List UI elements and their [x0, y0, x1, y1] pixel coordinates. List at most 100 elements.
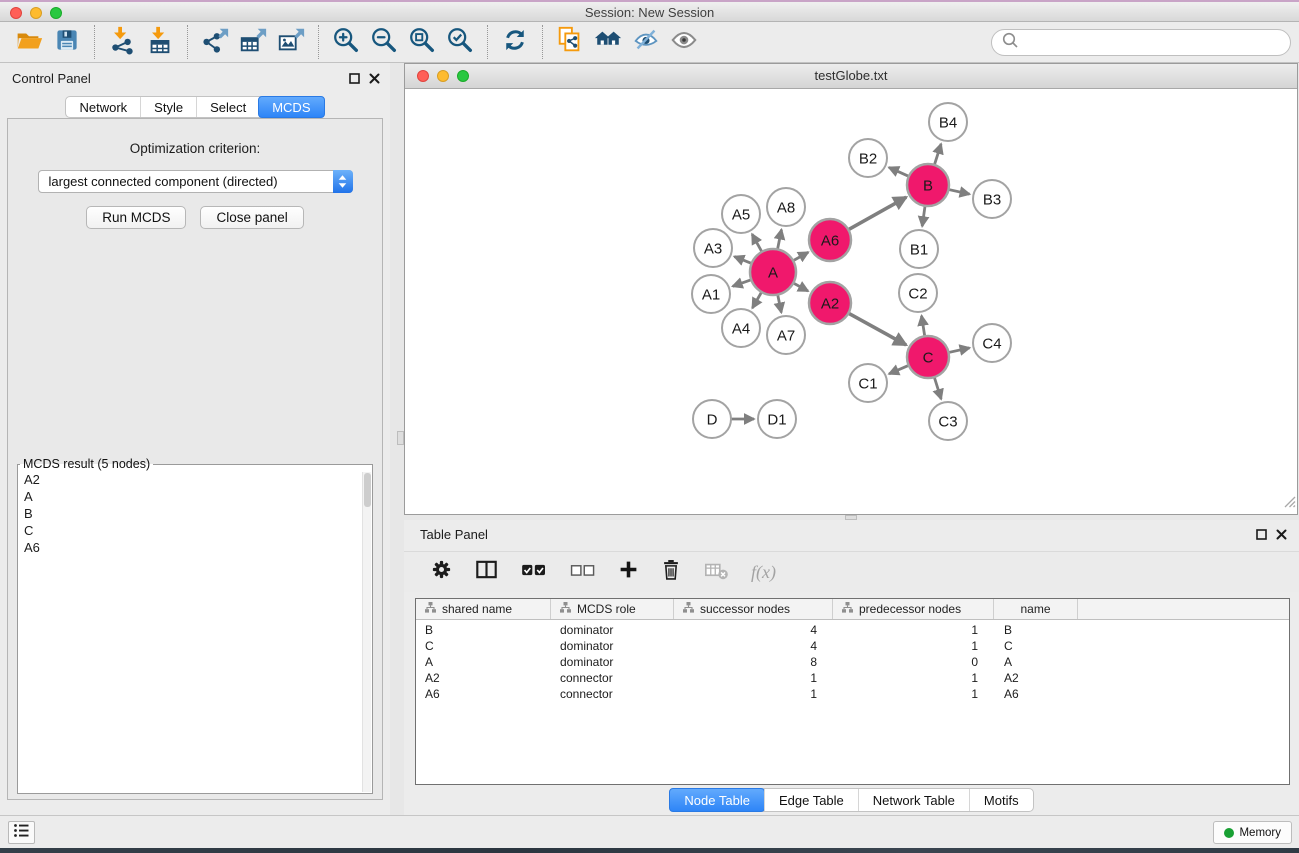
mcds-result-item[interactable]: C — [18, 522, 372, 539]
mcds-result-item[interactable]: A2 — [18, 471, 372, 488]
zoom-fit-button[interactable] — [403, 24, 441, 60]
close-panel-icon[interactable] — [369, 72, 380, 87]
network-edge-A-A1[interactable] — [733, 279, 754, 286]
network-edge-C-C1[interactable] — [889, 365, 910, 374]
column-header-successor-nodes[interactable]: successor nodes — [674, 599, 833, 619]
network-edge-C-C4[interactable] — [947, 348, 970, 353]
network-node-A6[interactable]: A6 — [809, 219, 851, 261]
table-settings-button[interactable] — [430, 558, 453, 586]
refresh-button[interactable] — [496, 24, 534, 60]
network-edge-A2-C[interactable] — [847, 312, 906, 345]
show-graphics-details-button[interactable] — [665, 24, 703, 60]
tab-network[interactable]: Network — [66, 97, 140, 117]
network-edge-B-B1[interactable] — [922, 204, 925, 226]
zoom-out-button[interactable] — [365, 24, 403, 60]
run-mcds-button[interactable]: Run MCDS — [86, 206, 186, 229]
network-node-C4[interactable]: C4 — [973, 324, 1011, 362]
export-image-button[interactable] — [272, 24, 310, 60]
network-node-B4[interactable]: B4 — [929, 103, 967, 141]
network-node-A3[interactable]: A3 — [694, 229, 732, 267]
network-edge-A6-B[interactable] — [847, 197, 907, 230]
table-row[interactable]: Cdominator41C — [416, 638, 1289, 654]
export-table-button[interactable] — [234, 24, 272, 60]
memory-button[interactable]: Memory — [1213, 821, 1292, 844]
hide-graphics-details-button[interactable] — [627, 24, 665, 60]
zoom-selected-button[interactable] — [441, 24, 479, 60]
column-header-mcds-role[interactable]: MCDS role — [551, 599, 674, 619]
network-edge-A-A5[interactable] — [752, 234, 763, 253]
table-row[interactable]: A2connector11A2 — [416, 670, 1289, 686]
close-panel-icon[interactable] — [1276, 528, 1287, 543]
network-edge-C-C3[interactable] — [934, 375, 941, 399]
close-panel-button[interactable]: Close panel — [200, 206, 303, 229]
import-network-button[interactable] — [103, 24, 141, 60]
network-node-B3[interactable]: B3 — [973, 180, 1011, 218]
open-session-button[interactable] — [10, 24, 48, 60]
network-node-A5[interactable]: A5 — [722, 195, 760, 233]
column-header-predecessor-nodes[interactable]: predecessor nodes — [833, 599, 994, 619]
network-edge-B-B3[interactable] — [947, 189, 970, 194]
first-neighbors-button[interactable] — [589, 24, 627, 60]
tab-motifs[interactable]: Motifs — [969, 789, 1033, 811]
delete-table-button[interactable] — [703, 558, 730, 586]
window-resize-grip[interactable] — [1282, 494, 1296, 513]
tab-node-table[interactable]: Node Table — [669, 788, 765, 812]
network-node-C[interactable]: C — [907, 336, 949, 378]
mcds-result-item[interactable]: B — [18, 505, 372, 522]
table-cell: 1 — [833, 671, 994, 685]
column-layout-button[interactable] — [474, 558, 499, 586]
import-table-button[interactable] — [141, 24, 179, 60]
float-panel-icon[interactable] — [1256, 528, 1267, 543]
export-network-button[interactable] — [196, 24, 234, 60]
table-row[interactable]: Bdominator41B — [416, 622, 1289, 638]
network-node-A[interactable]: A — [750, 249, 796, 295]
mcds-result-item[interactable]: A6 — [18, 539, 372, 556]
network-node-C2[interactable]: C2 — [899, 274, 937, 312]
svg-text:A6: A6 — [821, 232, 839, 249]
vertical-splitter-handle[interactable] — [397, 431, 404, 445]
search-input[interactable] — [991, 29, 1291, 56]
mcds-result-box: MCDS result (5 nodes) A2ABCA6 — [17, 457, 373, 794]
network-node-C3[interactable]: C3 — [929, 402, 967, 440]
network-node-A2[interactable]: A2 — [809, 282, 851, 324]
network-node-B2[interactable]: B2 — [849, 139, 887, 177]
select-all-button[interactable] — [520, 559, 548, 586]
network-window-titlebar[interactable]: testGlobe.txt — [405, 64, 1297, 89]
float-panel-icon[interactable] — [349, 72, 360, 87]
function-builder-button[interactable]: f(x) — [751, 562, 776, 583]
network-edge-B-B4[interactable] — [934, 144, 941, 167]
add-column-button[interactable] — [618, 559, 639, 585]
network-node-B[interactable]: B — [907, 164, 949, 206]
save-session-button[interactable] — [48, 24, 86, 60]
network-edge-A-A8[interactable] — [777, 230, 781, 252]
table-row[interactable]: Adominator80A — [416, 654, 1289, 670]
tab-edge-table[interactable]: Edge Table — [764, 789, 858, 811]
column-header-name[interactable]: name — [994, 599, 1078, 619]
network-node-A4[interactable]: A4 — [722, 309, 760, 347]
table-row[interactable]: A6connector11A6 — [416, 686, 1289, 702]
deselect-all-button[interactable] — [569, 559, 597, 586]
mcds-result-item[interactable]: A — [18, 488, 372, 505]
column-header-shared-name[interactable]: shared name — [416, 599, 551, 619]
network-node-A7[interactable]: A7 — [767, 316, 805, 354]
network-node-A1[interactable]: A1 — [692, 275, 730, 313]
mcds-list-scrollbar[interactable] — [362, 472, 371, 792]
tab-mcds[interactable]: MCDS — [258, 96, 324, 118]
zoom-in-button[interactable] — [327, 24, 365, 60]
svg-text:A: A — [768, 264, 778, 281]
network-edge-C-C2[interactable] — [922, 316, 926, 339]
tab-style[interactable]: Style — [140, 97, 196, 117]
delete-column-button[interactable] — [660, 558, 682, 587]
network-edge-B-B2[interactable] — [889, 167, 911, 177]
network-node-D[interactable]: D — [693, 400, 731, 438]
tab-network-table[interactable]: Network Table — [858, 789, 969, 811]
tab-select[interactable]: Select — [196, 97, 259, 117]
network-node-B1[interactable]: B1 — [900, 230, 938, 268]
network-node-D1[interactable]: D1 — [758, 400, 796, 438]
network-node-A8[interactable]: A8 — [767, 188, 805, 226]
network-node-C1[interactable]: C1 — [849, 364, 887, 402]
optimization-criterion-select[interactable]: largest connected component (directed) — [38, 170, 353, 193]
create-network-from-selection-button[interactable] — [551, 24, 589, 60]
network-canvas[interactable]: A A1 A2 A3 A4 A5 A6 A7 A8 B B1 B2 B3 B4 C C1 C2 C3 C4 D D1 — [405, 90, 1297, 514]
show-panel-list-button[interactable] — [8, 821, 35, 844]
